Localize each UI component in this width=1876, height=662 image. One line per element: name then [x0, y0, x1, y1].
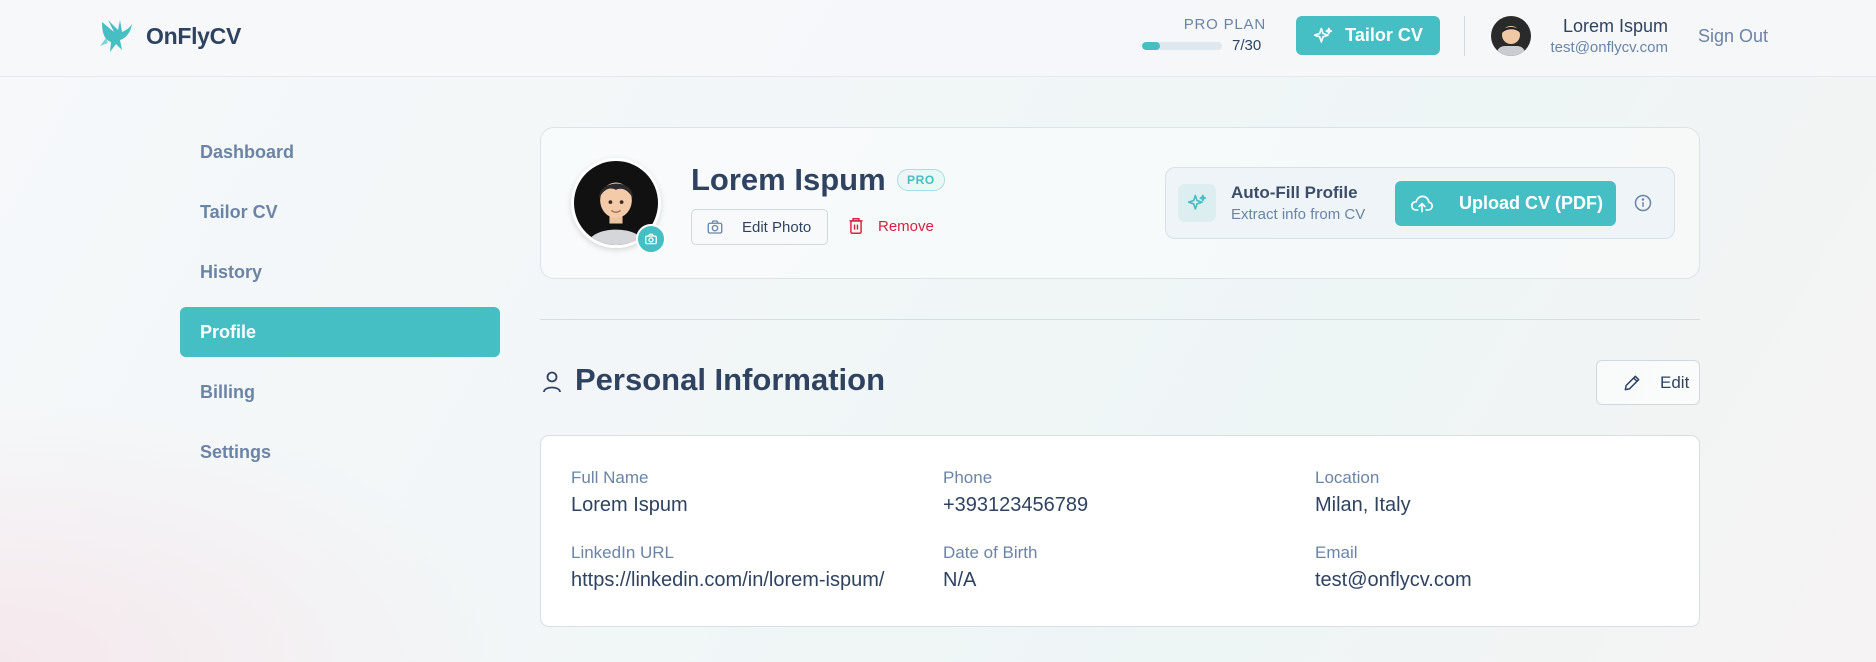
field-linkedin: LinkedIn URL https://linkedin.com/in/lor… [571, 543, 931, 592]
user-info[interactable]: Lorem Ispum test@onflycv.com [1551, 16, 1668, 56]
plan-label: PRO PLAN [1183, 16, 1266, 33]
field-label: Phone [943, 468, 993, 487]
tailor-cv-label: Tailor CV [1345, 25, 1423, 45]
autofill-title: Auto-Fill Profile [1231, 183, 1358, 202]
field-full-name: Full Name Lorem Ispum [571, 468, 931, 517]
pro-badge: PRO [897, 169, 945, 191]
upload-cv-label: Upload CV (PDF) [1459, 193, 1603, 213]
autofill-subtitle: Extract info from CV [1231, 206, 1366, 223]
info-icon[interactable] [1633, 193, 1653, 213]
user-name: Lorem Ispum [1562, 16, 1668, 36]
field-value: test@onflycv.com [1315, 569, 1472, 591]
section-divider [540, 319, 1700, 320]
remove-photo-label: Remove [878, 217, 934, 235]
trash-icon [849, 218, 863, 234]
avatar-image [1491, 16, 1531, 56]
field-label: Email [1315, 543, 1358, 562]
field-label: Date of Birth [943, 543, 1038, 562]
sidebar-item-settings[interactable]: Settings [180, 427, 500, 477]
brand-logo[interactable]: OnFlyCV [96, 16, 241, 56]
top-header: OnFlyCV PRO PLAN 7/30 Tailor CV Lorem Is… [0, 0, 1876, 77]
field-label: LinkedIn URL [571, 543, 675, 562]
user-icon [543, 371, 561, 393]
change-photo-button[interactable] [636, 224, 666, 254]
camera-icon [645, 233, 657, 245]
edit-personal-button[interactable]: Edit [1596, 360, 1700, 405]
field-phone: Phone +393123456789 [943, 468, 1303, 517]
autofill-sparkle-icon [1178, 184, 1216, 222]
field-value: Lorem Ispum [571, 494, 688, 516]
field-label: Location [1315, 468, 1380, 487]
sidebar-item-profile[interactable]: Profile [180, 307, 500, 357]
upload-cloud-icon [1411, 195, 1433, 212]
user-email: test@onflycv.com [1550, 39, 1668, 56]
sidebar-item-tailor-cv[interactable]: Tailor CV [180, 187, 500, 237]
remove-photo-button[interactable]: Remove [848, 217, 934, 235]
field-date-of-birth: Date of Birth N/A [943, 543, 1303, 592]
plan-count: 7/30 [1232, 37, 1262, 54]
plan-usage: PRO PLAN 7/30 [1142, 16, 1266, 54]
plan-progress-bar [1142, 41, 1222, 50]
sign-out-link[interactable]: Sign Out [1698, 26, 1768, 47]
field-value: +393123456789 [943, 494, 1089, 516]
autofill-panel: Auto-Fill Profile Extract info from CV U… [1165, 167, 1675, 239]
personal-info-card: Full Name Lorem Ispum Phone +39312345678… [540, 435, 1700, 627]
field-value: N/A [943, 569, 977, 591]
tailor-cv-button[interactable]: Tailor CV [1296, 16, 1440, 55]
sidebar-nav: Dashboard Tailor CV History Profile Bill… [180, 127, 500, 487]
profile-name: Lorem Ispum [691, 162, 886, 197]
avatar[interactable] [1491, 16, 1531, 56]
edit-photo-label: Edit Photo [742, 218, 812, 236]
upload-cv-button[interactable]: Upload CV (PDF) [1395, 181, 1616, 226]
section-title: Personal Information [575, 362, 886, 397]
profile-card: Lorem Ispum PRO Edit Photo Remove Auto-F… [540, 127, 1700, 279]
field-location: Location Milan, Italy [1315, 468, 1675, 517]
header-divider [1464, 16, 1465, 56]
edit-photo-button[interactable]: Edit Photo [691, 209, 828, 245]
sidebar-item-billing[interactable]: Billing [180, 367, 500, 417]
pencil-icon [1624, 375, 1640, 390]
field-value: https://linkedin.com/in/lorem-ispum/ [571, 569, 885, 591]
field-label: Full Name [571, 468, 649, 487]
plan-progress-fill [1142, 41, 1161, 50]
logo-bird-icon [100, 20, 132, 52]
sparkle-icon [1313, 27, 1333, 43]
field-value: Milan, Italy [1315, 494, 1411, 516]
brand-name: OnFlyCV [146, 22, 242, 49]
field-email: Email test@onflycv.com [1315, 543, 1675, 592]
camera-icon [707, 220, 723, 234]
sidebar-item-history[interactable]: History [180, 247, 500, 297]
sidebar-item-dashboard[interactable]: Dashboard [180, 127, 500, 177]
edit-label: Edit [1660, 372, 1690, 392]
